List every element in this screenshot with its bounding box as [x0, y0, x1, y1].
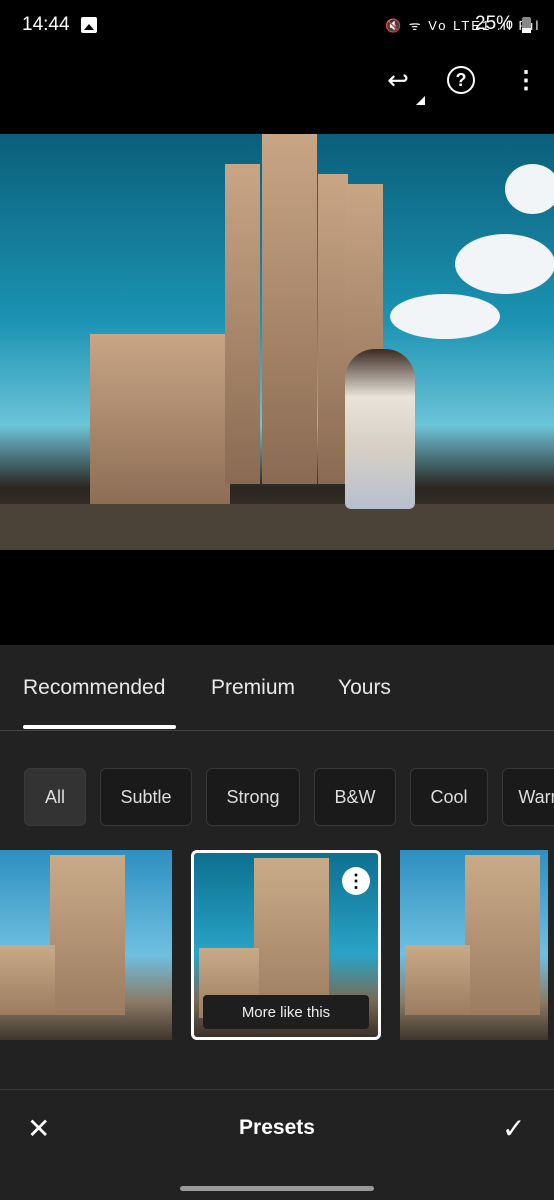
help-button[interactable]: ?	[443, 62, 479, 98]
chip-all[interactable]: All	[24, 768, 86, 826]
tab-recommended[interactable]: Recommended	[23, 676, 165, 700]
more-vertical-icon: ⋮	[514, 66, 538, 94]
chip-warm[interactable]: Warm	[502, 768, 554, 826]
status-bar: 14:44 🔇 ᯤ Vo LTE1 .ıl Rıl 25%	[0, 0, 554, 50]
photo-preview[interactable]	[0, 134, 554, 550]
confirm-check-icon[interactable]: ✓	[502, 1112, 525, 1145]
chip-cool[interactable]: Cool	[410, 768, 488, 826]
more-like-this-button[interactable]: More like this	[203, 995, 369, 1029]
more-options-button[interactable]: ⋮	[508, 62, 544, 98]
undo-button[interactable]: ↩	[380, 62, 416, 98]
bottom-divider	[0, 1089, 554, 1090]
chip-bw[interactable]: B&W	[314, 768, 396, 826]
preset-thumbnail[interactable]	[0, 850, 172, 1040]
preset-thumbnail-selected[interactable]: ⋮ More like this	[191, 850, 381, 1040]
active-tab-indicator	[23, 725, 176, 729]
gallery-notification-icon	[81, 17, 97, 33]
thumbnail-more-icon[interactable]: ⋮	[342, 867, 370, 895]
panel-title: Presets	[239, 1116, 315, 1139]
category-chips[interactable]: All Subtle Strong B&W Cool Warm	[0, 768, 554, 826]
undo-history-indicator-icon	[416, 96, 425, 105]
tab-divider	[0, 730, 554, 731]
help-icon: ?	[447, 66, 475, 94]
battery-percent: 25%	[475, 13, 514, 34]
undo-icon: ↩	[387, 64, 409, 95]
chip-subtle[interactable]: Subtle	[100, 768, 192, 826]
preset-thumbnail[interactable]	[400, 850, 548, 1040]
status-time: 14:44	[22, 14, 70, 35]
tab-yours[interactable]: Yours	[338, 676, 391, 700]
tab-premium[interactable]: Premium	[211, 676, 295, 700]
chip-strong[interactable]: Strong	[206, 768, 300, 826]
battery-icon	[522, 17, 531, 33]
home-indicator[interactable]	[180, 1186, 374, 1191]
system-status-icons: 🔇 ᯤ Vo LTE1 .ıl Rıl	[385, 18, 541, 33]
